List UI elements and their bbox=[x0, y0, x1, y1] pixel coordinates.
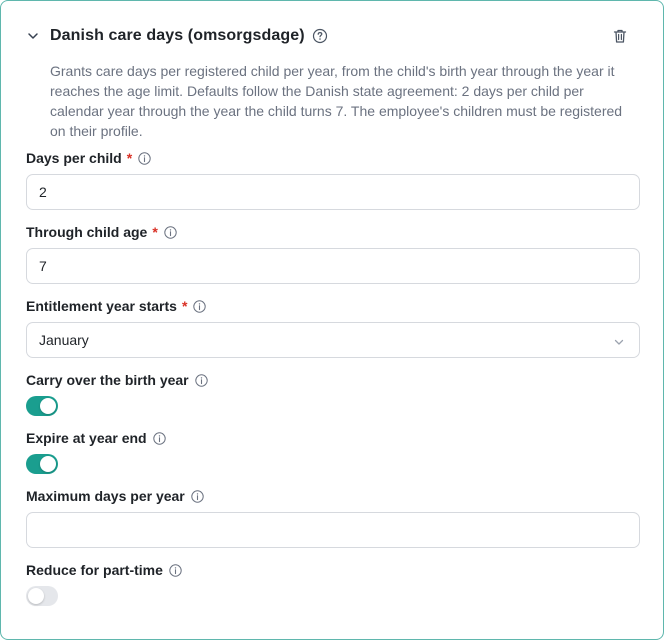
carry-over-birth-year-toggle[interactable] bbox=[26, 396, 58, 416]
days-per-child-value: 2 bbox=[39, 184, 47, 200]
reduce-for-part-time-label-text: Reduce for part-time bbox=[26, 562, 163, 578]
entitlement-year-starts-label: Entitlement year starts * bbox=[26, 298, 207, 314]
expire-at-year-end-toggle[interactable] bbox=[26, 454, 58, 474]
maximum-days-per-year-label: Maximum days per year bbox=[26, 488, 204, 504]
reduce-for-part-time-toggle[interactable] bbox=[26, 586, 58, 606]
through-child-age-input[interactable]: 7 bbox=[26, 248, 640, 284]
toggle-knob bbox=[40, 398, 56, 414]
through-child-age-label: Through child age * bbox=[26, 224, 177, 240]
info-icon[interactable] bbox=[152, 431, 166, 445]
entitlement-year-starts-select[interactable]: January bbox=[26, 322, 640, 358]
care-days-card: Danish care days (omsorgsdage) Grants ca… bbox=[0, 0, 664, 640]
trash-icon[interactable] bbox=[611, 27, 629, 45]
chevron-down-icon bbox=[613, 335, 625, 347]
help-circle-icon[interactable] bbox=[312, 28, 328, 44]
info-icon[interactable] bbox=[164, 225, 177, 239]
info-icon[interactable] bbox=[191, 489, 204, 503]
entitlement-year-starts-label-text: Entitlement year starts bbox=[26, 298, 177, 314]
toggle-knob bbox=[40, 456, 56, 472]
required-marker: * bbox=[126, 150, 133, 166]
required-marker: * bbox=[152, 224, 158, 240]
toggle-knob bbox=[28, 588, 44, 604]
days-per-child-label-text: Days per child bbox=[26, 150, 122, 166]
through-child-age-label-text: Through child age bbox=[26, 224, 148, 240]
expire-at-year-end-label: Expire at year end bbox=[26, 430, 166, 446]
carry-over-birth-year-label: Carry over the birth year bbox=[26, 372, 208, 388]
reduce-for-part-time-label: Reduce for part-time bbox=[26, 562, 182, 578]
section-description: Grants care days per registered child pe… bbox=[50, 63, 623, 139]
info-icon[interactable] bbox=[138, 151, 151, 165]
expire-at-year-end-label-text: Expire at year end bbox=[26, 430, 147, 446]
section-title: Danish care days (omsorgsdage) bbox=[50, 27, 305, 44]
through-child-age-value: 7 bbox=[39, 258, 47, 274]
days-per-child-input[interactable]: 2 bbox=[26, 174, 640, 210]
days-per-child-label: Days per child * bbox=[26, 150, 151, 166]
info-icon[interactable] bbox=[194, 373, 208, 387]
maximum-days-per-year-label-text: Maximum days per year bbox=[26, 488, 185, 504]
info-icon[interactable] bbox=[193, 299, 207, 313]
carry-over-birth-year-label-text: Carry over the birth year bbox=[26, 372, 189, 388]
entitlement-year-starts-value: January bbox=[39, 332, 89, 348]
required-marker: * bbox=[181, 298, 188, 314]
info-icon[interactable] bbox=[169, 563, 182, 577]
chevron-down-icon[interactable] bbox=[25, 28, 41, 44]
maximum-days-per-year-input[interactable] bbox=[26, 512, 640, 548]
card-header: Danish care days (omsorgsdage) bbox=[25, 23, 639, 49]
